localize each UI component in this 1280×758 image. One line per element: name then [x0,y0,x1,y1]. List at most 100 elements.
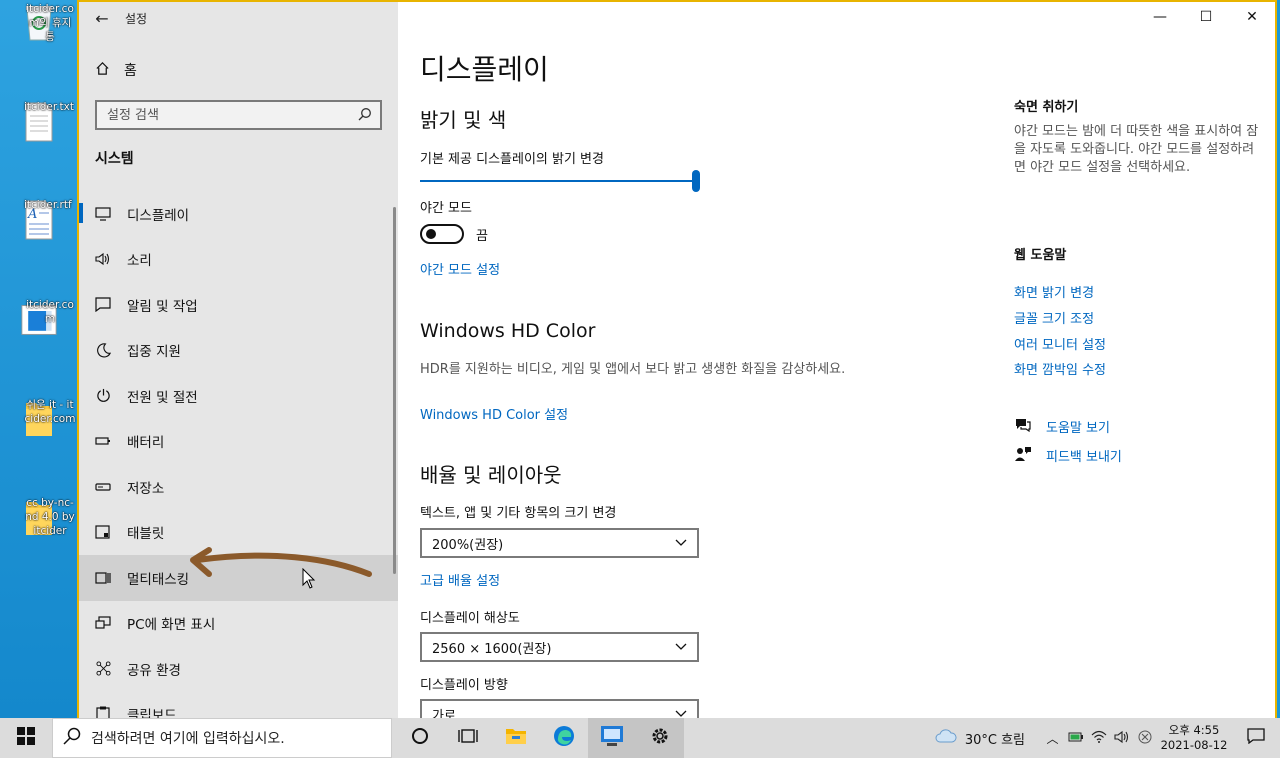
sidebar-item-label: 배터리 [127,435,165,452]
project-icon [95,615,111,631]
start-button[interactable] [0,718,52,758]
search-icon[interactable] [358,106,372,125]
sidebar-item-notifications[interactable]: 알림 및 작업 [79,282,398,328]
web-help-link[interactable]: 화면 밝기 변경 [1014,279,1264,305]
chevron-down-icon [675,640,687,655]
settings-search[interactable] [95,100,382,130]
settings-app-button[interactable] [636,718,684,758]
tray-network-button[interactable] [1087,718,1110,758]
search-icon [63,727,81,749]
maximize-button[interactable]: ☐ [1183,2,1229,32]
task-view-icon [458,727,478,749]
tray-battery-button[interactable] [1064,718,1087,758]
back-button[interactable]: ← [79,3,125,33]
desktop: itcider.com의 휴지통 itcider.txt A itcider.r… [0,0,77,718]
sidebar-item-label: PC에 화면 표시 [127,617,216,634]
brightness-slider[interactable] [420,170,700,192]
sidebar-item-label: 저장소 [127,480,165,497]
tray-overflow-button[interactable]: ︿ [1041,718,1064,758]
web-help-title: 웹 도움말 [1014,248,1067,263]
brightness-heading: 밝기 및 색 [420,108,507,132]
send-feedback-label: 피드백 보내기 [1046,450,1122,465]
desktop-icon-itcider-com[interactable]: itcider.com [2,298,76,342]
cortana-button[interactable] [396,718,444,758]
feedback-person-icon [1014,446,1032,466]
sidebar-item-sound[interactable]: 소리 [79,237,398,283]
taskbar-clock[interactable]: 오후 4:55 2021-08-12 [1156,723,1232,753]
hdr-settings-link[interactable]: Windows HD Color 설정 [420,404,568,423]
web-help-link[interactable]: 글꼴 크기 조정 [1014,305,1264,331]
sidebar-item-battery[interactable]: 배터리 [79,419,398,465]
task-view-button[interactable] [444,718,492,758]
action-center-button[interactable] [1232,718,1280,758]
sidebar-item-storage[interactable]: 저장소 [79,464,398,510]
remote-desktop-icon [600,725,624,751]
orientation-label: 디스플레이 방향 [420,678,508,693]
chevron-down-icon [675,536,687,551]
resolution-dropdown[interactable]: 2560 × 1600(권장) [420,632,699,662]
system-tray: 30°C 흐림 ︿ 오후 4:55 2021-08-12 [935,718,1280,758]
sidebar-nav: 디스플레이 소리 알림 및 작업 집중 지원 전원 및 절전 배터리 저장소 태… [79,191,398,718]
sidebar-item-display[interactable]: 디스플레이 [79,191,398,237]
sidebar-item-label: 태블릿 [127,526,165,543]
sidebar-item-clipboard[interactable]: 클립보드 [79,692,398,718]
sidebar-item-label: 소리 [127,253,152,270]
night-mode-state: 끔 [476,228,488,244]
file-explorer-button[interactable] [492,718,540,758]
home-link[interactable]: 홈 [95,60,137,80]
scale-value: 200%(권장) [432,537,504,553]
sidebar-item-label: 전원 및 절전 [127,389,198,406]
night-mode-settings-link[interactable]: 야간 모드 설정 [420,259,500,278]
desktop-icon-cc-folder[interactable]: cc by-nc-nd 4.0 by itcider [2,496,76,538]
close-button[interactable]: ✕ [1229,2,1275,32]
scale-dropdown[interactable]: 200%(권장) [420,528,699,558]
cortana-circle-icon [411,727,429,749]
desktop-icon-recycle-bin[interactable]: itcider.com의 휴지통 [2,2,76,43]
taskbar-search-box[interactable]: 검색하려면 여기에 입력하십시오. [52,718,392,758]
window-title: 설정 [125,11,148,26]
web-help-link[interactable]: 화면 깜박임 수정 [1014,356,1264,382]
chevron-down-icon [675,707,687,719]
sidebar-item-label: 클립보드 [127,708,177,718]
sidebar-item-shared-experiences[interactable]: 공유 환경 [79,646,398,692]
orientation-dropdown[interactable]: 가로 [420,699,699,718]
taskbar: 검색하려면 여기에 입력하십시오. 30°C 흐림 ︿ 오후 4:55 2021… [0,718,1280,758]
night-mode-label: 야간 모드 [420,201,472,216]
night-mode-switch[interactable] [420,224,464,244]
sidebar-item-power-sleep[interactable]: 전원 및 절전 [79,373,398,419]
content-pane: — ☐ ✕ 디스플레이 밝기 및 색 기본 제공 디스플레이의 밝기 변경 야간… [398,2,1275,718]
taskbar-apps [396,718,684,758]
settings-search-input[interactable] [107,107,347,123]
annotation-arrow-icon [190,547,372,577]
file-explorer-icon [505,727,527,749]
web-help-link[interactable]: 여러 모니터 설정 [1014,330,1264,356]
notification-icon [1247,728,1265,748]
title-bar: ← 설정 [79,2,398,34]
clock-time: 오후 4:55 [1168,723,1220,737]
tray-volume-button[interactable] [1110,718,1133,758]
settings-window: ← 설정 홈 시스템 디스플레이 소리 [77,0,1277,718]
edge-button[interactable] [540,718,588,758]
brightness-slider-thumb[interactable] [692,170,700,192]
windows-logo-icon [17,727,35,749]
sidebar-scrollbar[interactable] [393,207,396,574]
weather-text: 30°C 흐림 [964,732,1025,748]
desktop-icon-itcider-txt[interactable]: itcider.txt [2,100,76,144]
minimize-button[interactable]: — [1137,2,1183,32]
back-arrow-icon: ← [95,8,109,28]
monitor-icon [95,206,111,222]
desktop-icon-easy-it-folder[interactable]: 쉬운 it - itcider.com [2,398,76,438]
send-feedback-link[interactable]: 피드백 보내기 [1014,441,1264,470]
clipboard-icon [95,706,111,718]
storage-icon [95,479,111,495]
get-help-link[interactable]: 도움말 보기 [1014,412,1264,441]
desktop-icon-itcider-rtf[interactable]: A itcider.rtf [2,198,76,242]
mouse-cursor-icon [302,568,316,589]
advanced-scaling-link[interactable]: 고급 배율 설정 [420,570,500,589]
sidebar-item-focus-assist[interactable]: 집중 지원 [79,328,398,374]
tray-status-button[interactable] [1133,718,1156,758]
sidebar-item-project-to-pc[interactable]: PC에 화면 표시 [79,601,398,647]
remote-desktop-button[interactable] [588,718,636,758]
night-mode-toggle[interactable]: 끔 [420,224,488,244]
weather-widget[interactable]: 30°C 흐림 [935,729,1025,748]
